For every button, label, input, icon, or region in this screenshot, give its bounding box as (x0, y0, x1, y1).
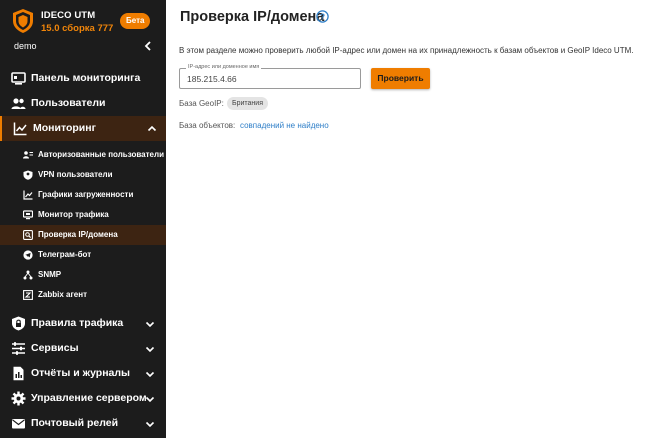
nav-label: Панель мониторинга (31, 72, 141, 84)
sub-label: Авторизованные пользователи (38, 150, 164, 159)
main-content: Проверка IP/домена ? В этом разделе можн… (166, 0, 650, 438)
svg-text:?: ? (320, 12, 325, 22)
chevron-up-icon[interactable] (147, 124, 157, 134)
main-nav: Панель мониторинга Пользователи Монитори… (0, 66, 166, 436)
objects-db-result-link[interactable]: совпадений не найдено (240, 121, 329, 130)
user-list-icon (23, 151, 33, 159)
username: demo (14, 41, 37, 51)
check-button[interactable]: Проверить (371, 68, 430, 89)
beta-badge: Бета (120, 13, 151, 29)
brand: IDECO UTM 15.0 сборка 777 Бета (12, 8, 162, 36)
sub-item-zabbix[interactable]: Zabbix агент (0, 285, 166, 305)
page-description: В этом разделе можно проверить любой IP-… (179, 46, 634, 55)
search-doc-icon (23, 230, 33, 240)
sub-label: Проверка IP/домена (38, 230, 118, 239)
sub-item-vpn-users[interactable]: VPN пользователи (0, 165, 166, 185)
sub-label: Телеграм-бот (38, 250, 92, 259)
monitor-icon (23, 210, 33, 220)
sub-item-telegram-bot[interactable]: Телеграм-бот (0, 245, 166, 265)
user-row: demo (0, 38, 166, 56)
collapse-sidebar-icon[interactable] (142, 39, 154, 53)
product-name: IDECO UTM (41, 10, 96, 21)
nav-label: Сервисы (31, 342, 79, 354)
ip-domain-field[interactable]: IP-адрес или доменное имя (179, 64, 361, 89)
product-version: 15.0 сборка 777 (41, 23, 114, 34)
nav-label: Отчёты и журналы (31, 367, 131, 379)
nav-item-monitoring[interactable]: Мониторинг (0, 116, 166, 141)
ip-domain-field-label: IP-адрес или доменное имя (186, 64, 262, 70)
graph-icon (23, 190, 33, 200)
sub-item-snmp[interactable]: SNMP (0, 265, 166, 285)
sub-label: Графики загруженности (38, 190, 134, 199)
chevron-down-icon[interactable] (145, 419, 155, 429)
chevron-down-icon[interactable] (145, 369, 155, 379)
geoip-label: База GeoIP: (179, 99, 224, 108)
nav-item-services[interactable]: Сервисы (0, 336, 166, 361)
vpn-user-shield-icon (23, 170, 33, 180)
telegram-icon (23, 250, 33, 260)
nav-item-users[interactable]: Пользователи (0, 91, 166, 116)
ip-domain-input[interactable] (187, 74, 347, 84)
nav-label: Управление сервером (31, 392, 147, 404)
zabbix-icon (23, 290, 33, 300)
sub-item-traffic-monitor[interactable]: Монитор трафика (0, 205, 166, 225)
nav-label: Почтовый релей (31, 417, 119, 429)
nav-label: Мониторинг (33, 122, 96, 134)
nav-item-traffic-rules[interactable]: Правила трафика (0, 311, 166, 336)
geoip-country-chip: Британия (227, 97, 268, 110)
sliders-icon (12, 342, 25, 355)
nav-label: Пользователи (31, 97, 106, 109)
mail-icon (12, 419, 25, 429)
chevron-down-icon[interactable] (145, 394, 155, 404)
nav-label: Правила трафика (31, 317, 124, 329)
nav-item-server-management[interactable]: Управление сервером (0, 386, 166, 411)
help-icon[interactable]: ? (316, 10, 329, 23)
snmp-network-icon (23, 270, 33, 280)
sub-item-load-graphs[interactable]: Графики загруженности (0, 185, 166, 205)
page-title: Проверка IP/домена (180, 9, 325, 25)
sub-item-authorized-users[interactable]: Авторизованные пользователи (0, 145, 166, 165)
sub-label: VPN пользователи (38, 170, 113, 179)
gear-icon (11, 391, 26, 406)
users-icon (11, 98, 26, 109)
sub-label: SNMP (38, 270, 62, 279)
nav-item-monitoring-panel[interactable]: Панель мониторинга (0, 66, 166, 91)
chevron-down-icon[interactable] (145, 319, 155, 329)
chart-line-icon (13, 122, 27, 136)
chevron-down-icon[interactable] (145, 344, 155, 354)
sub-label: Zabbix агент (38, 290, 87, 299)
sidebar: IDECO UTM 15.0 сборка 777 Бета demo Пане… (0, 0, 166, 438)
sub-item-ip-check[interactable]: Проверка IP/домена (0, 225, 166, 245)
objects-db-label: База объектов: (179, 121, 236, 130)
shield-logo-icon (13, 9, 33, 33)
nav-item-reports[interactable]: Отчёты и журналы (0, 361, 166, 386)
nav-item-mail-relay[interactable]: Почтовый релей (0, 411, 166, 436)
sub-label: Монитор трафика (38, 210, 109, 219)
lock-shield-icon (12, 316, 25, 331)
dashboard-icon (11, 72, 26, 85)
report-doc-icon (13, 366, 24, 381)
